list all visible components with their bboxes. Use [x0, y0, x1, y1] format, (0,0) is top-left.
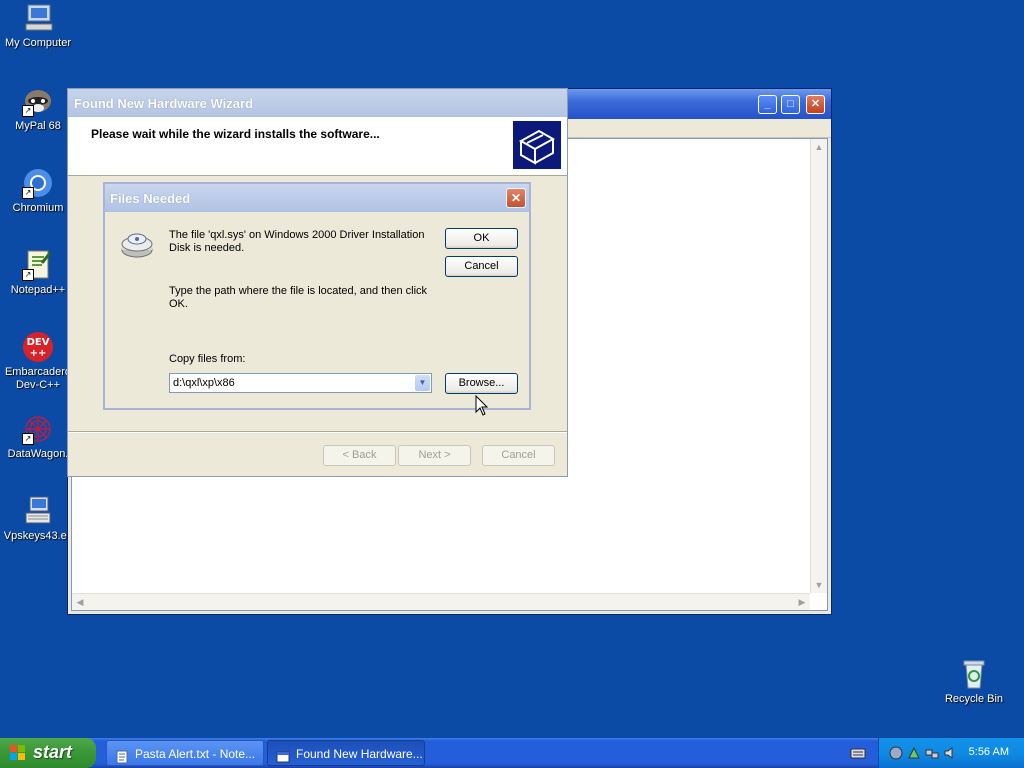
notepad-icon — [115, 747, 129, 764]
recycle-bin-icon — [958, 658, 990, 690]
disk-drive-icon — [119, 226, 155, 262]
start-label: start — [33, 742, 73, 762]
system-tray: 5:56 AM — [878, 738, 1024, 768]
scroll-right-icon[interactable]: ▶ — [795, 595, 809, 609]
svg-text:++: ++ — [30, 348, 47, 359]
message-line-2: Disk is needed. — [169, 242, 245, 254]
desktop-icon-datawagon[interactable]: ↗ DataWagon. — [0, 413, 76, 461]
scroll-left-icon[interactable]: ◀ — [73, 595, 87, 609]
copy-from-value[interactable]: d:\qxl\xp\x86 — [173, 377, 235, 389]
volume-icon[interactable] — [943, 746, 957, 760]
taskbar-item-notepad[interactable]: Pasta Alert.txt - Note... — [106, 740, 264, 766]
desktop-icon-my-computer[interactable]: My Computer — [0, 2, 76, 50]
scroll-up-icon[interactable]: ▲ — [812, 140, 826, 154]
taskbar-item-hardware-wizard[interactable]: Found New Hardware... — [267, 740, 425, 766]
desktop-icon-label: MyPal 68 — [15, 120, 61, 132]
wizard-title: Found New Hardware Wizard — [74, 96, 254, 111]
maximize-button[interactable]: □ — [781, 95, 800, 114]
desktop-icon-label: Notepad++ — [10, 284, 66, 296]
shortcut-arrow-icon: ↗ — [22, 269, 34, 281]
cancel-button[interactable]: Cancel — [445, 256, 518, 277]
shortcut-arrow-icon: ↗ — [22, 187, 34, 199]
shortcut-arrow-icon: ↗ — [22, 433, 34, 445]
tray-icon-1[interactable] — [889, 746, 903, 760]
clock[interactable]: 5:56 AM — [969, 746, 1009, 758]
chevron-down-icon[interactable]: ▼ — [415, 375, 430, 391]
next-button[interactable]: Next > — [398, 445, 471, 466]
chromium-icon: ↗ — [22, 167, 54, 199]
tray-icon-2[interactable] — [907, 746, 921, 760]
copy-from-label: Copy files from: — [169, 353, 246, 365]
devcpp-icon: DEV ++ — [22, 331, 54, 363]
wizard-titlebar[interactable]: Found New Hardware Wizard — [68, 89, 567, 117]
wizard-divider — [68, 431, 567, 433]
desktop-icon-label-line2: Dev-C++ — [15, 379, 61, 391]
window-icon — [276, 747, 290, 763]
minimize-button[interactable]: _ — [758, 95, 777, 114]
desktop-icon-recycle-bin[interactable]: Recycle Bin — [936, 658, 1012, 706]
scroll-down-icon[interactable]: ▼ — [812, 578, 826, 592]
taskbar: start Pasta Alert.txt - Note... Found Ne… — [0, 738, 1024, 768]
notepadpp-icon: ↗ — [22, 249, 54, 281]
network-icon[interactable] — [925, 746, 939, 760]
wizard-cancel-button[interactable]: Cancel — [482, 445, 555, 466]
files-needed-title: Files Needed — [110, 191, 191, 206]
instruction-line-2: OK. — [169, 298, 188, 310]
desktop-icon-devcpp[interactable]: DEV ++ Embarcadero Dev-C++ — [0, 331, 76, 392]
instruction-line-1: Type the path where the file is located,… — [169, 285, 428, 297]
desktop-icon-label: Vpskeys43.ex — [3, 530, 73, 542]
start-button[interactable]: start — [0, 738, 96, 768]
datawagon-icon: ↗ — [22, 413, 54, 445]
message-line-1: The file 'qxl.sys' on Windows 2000 Drive… — [169, 229, 425, 241]
mouse-cursor-icon — [475, 394, 489, 417]
desktop-icon-notepadpp[interactable]: ↗ Notepad++ — [0, 249, 76, 297]
wizard-header-text: Please wait while the wizard installs th… — [91, 127, 380, 141]
copy-from-combobox[interactable]: d:\qxl\xp\x86 ▼ — [169, 373, 432, 393]
hardware-wizard-icon — [513, 121, 561, 169]
horizontal-scrollbar[interactable]: ◀ ▶ — [72, 593, 810, 610]
close-button[interactable]: ✕ — [506, 188, 526, 208]
desktop-icon-vpskeys[interactable]: Vpskeys43.ex — [0, 495, 76, 543]
desktop-icon-label: Recycle Bin — [944, 693, 1004, 705]
ok-button[interactable]: OK — [445, 228, 518, 249]
files-needed-dialog[interactable]: Files Needed ✕ The file 'qxl.sys' on Win… — [103, 182, 531, 410]
back-button[interactable]: < Back — [323, 445, 396, 466]
files-needed-titlebar[interactable]: Files Needed ✕ — [105, 184, 529, 212]
keyboard-icon[interactable] — [850, 746, 866, 760]
vpskeys-icon — [22, 495, 54, 527]
taskbar-item-label: Found New Hardware... — [296, 747, 423, 761]
raccoon-icon: ↗ — [22, 85, 54, 117]
desktop-icon-mypal[interactable]: ↗ MyPal 68 — [0, 85, 76, 133]
shortcut-arrow-icon: ↗ — [22, 105, 34, 117]
taskbar-item-label: Pasta Alert.txt - Note... — [135, 747, 256, 761]
desktop-icon-label: DataWagon. — [7, 448, 69, 460]
vertical-scrollbar[interactable]: ▲ ▼ — [810, 139, 827, 593]
close-button[interactable]: ✕ — [806, 95, 825, 114]
svg-text:DEV: DEV — [27, 337, 50, 348]
windows-logo-icon — [10, 745, 26, 761]
wizard-header: Please wait while the wizard installs th… — [68, 117, 567, 176]
desktop-icon-label: Chromium — [12, 202, 64, 214]
desktop-icon-chromium[interactable]: ↗ Chromium — [0, 167, 76, 215]
desktop-icon-label-line1: Embarcadero — [4, 366, 72, 378]
desktop-icon-label: My Computer — [4, 37, 72, 49]
computer-icon — [22, 2, 54, 34]
browse-button[interactable]: Browse... — [445, 373, 518, 394]
